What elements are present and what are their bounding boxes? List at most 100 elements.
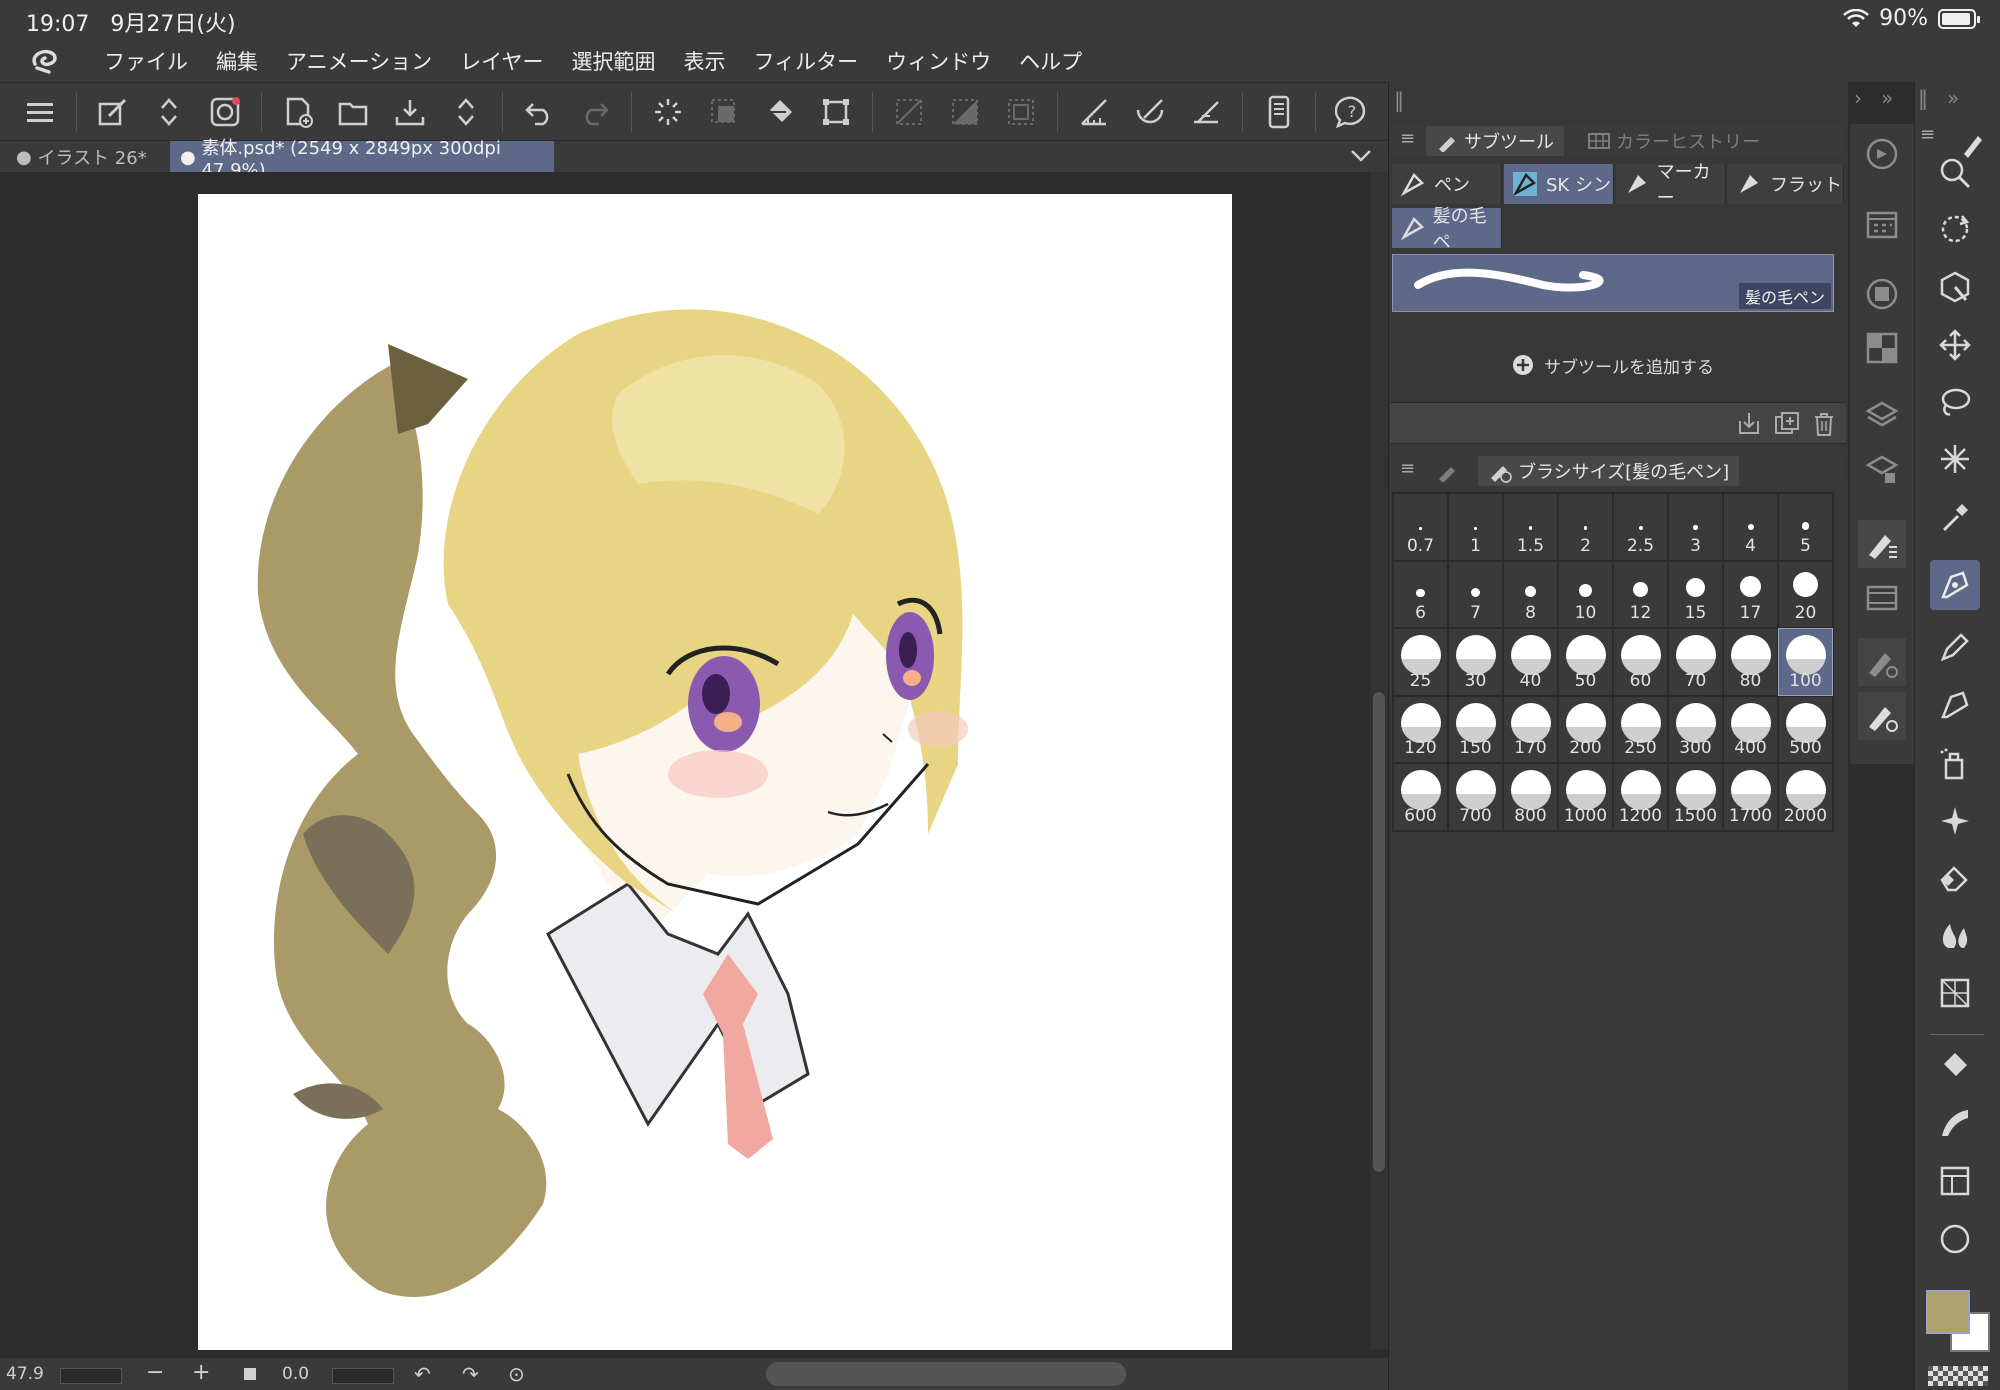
brush-size-option[interactable]: 70: [1669, 629, 1722, 695]
brush-size-option[interactable]: 60: [1614, 629, 1667, 695]
brush-size-option[interactable]: 170: [1504, 696, 1557, 763]
tab-color-history[interactable]: カラーヒストリー: [1578, 126, 1770, 156]
brush-size-option[interactable]: 2: [1559, 494, 1612, 560]
menu-view[interactable]: 表示: [670, 46, 740, 76]
subtool-pen[interactable]: ペン: [1392, 164, 1502, 204]
brush-size-option[interactable]: 150: [1449, 696, 1502, 763]
airbrush-tool-icon[interactable]: [1930, 738, 1980, 788]
up-down-arrows-icon[interactable]: [444, 90, 488, 134]
clear-selection-icon[interactable]: [702, 90, 746, 134]
fit-view-icon[interactable]: [244, 1368, 256, 1380]
brush-size-option[interactable]: 120: [1394, 696, 1447, 763]
transparent-color-swatch[interactable]: [1928, 1366, 1988, 1386]
gradient-tool-icon[interactable]: [1930, 1098, 1980, 1148]
brush-size-option[interactable]: 0.7: [1394, 494, 1447, 560]
tool-property-icon[interactable]: [1858, 520, 1906, 568]
brush-size-option[interactable]: 700: [1449, 764, 1502, 830]
add-subtool-button[interactable]: サブツールを追加する: [1392, 350, 1834, 380]
tab-tool-property[interactable]: [1426, 456, 1468, 486]
brush-size-option[interactable]: 20: [1779, 561, 1832, 628]
brush-size-option[interactable]: 7: [1449, 561, 1502, 628]
vertical-scroll-thumb[interactable]: [1373, 692, 1385, 1172]
brush-size-option[interactable]: 2.5: [1614, 494, 1667, 560]
blend-tool-icon[interactable]: [1930, 910, 1980, 960]
menu-selection[interactable]: 選択範囲: [558, 46, 670, 76]
panel-menu-icon[interactable]: ≡: [1400, 458, 1415, 479]
brush-size-option[interactable]: 500: [1779, 696, 1832, 763]
timeline-icon[interactable]: [1858, 574, 1906, 622]
brush-size-option[interactable]: 80: [1724, 629, 1777, 695]
panel-menu-icon[interactable]: ≡: [1920, 124, 1935, 145]
redo-icon[interactable]: [573, 90, 617, 134]
tab-brush-size[interactable]: ブラシサイズ[髪の毛ペン]: [1478, 456, 1740, 486]
menu-animation[interactable]: アニメーション: [272, 46, 446, 76]
eyedropper-icon[interactable]: [1930, 492, 1980, 542]
zoom-value[interactable]: 47.9: [6, 1364, 44, 1384]
zoom-in-icon[interactable]: +: [192, 1360, 210, 1385]
brush-size-option[interactable]: 25: [1394, 629, 1447, 695]
brush-size-option[interactable]: 1: [1449, 494, 1502, 560]
figure-tool-icon[interactable]: [1930, 968, 1980, 1018]
zoom-tool-icon[interactable]: [1930, 148, 1980, 198]
brush-size-option[interactable]: 8: [1504, 561, 1557, 628]
brush-size-option[interactable]: 40: [1504, 629, 1557, 695]
reorder-arrows-icon[interactable]: [147, 90, 191, 134]
new-canvas-icon[interactable]: [276, 90, 320, 134]
brush-size-option[interactable]: 17: [1724, 561, 1777, 628]
brush-tool-icon[interactable]: [1930, 680, 1980, 730]
frame-tool-icon[interactable]: [1930, 1156, 1980, 1206]
rotate-left-icon[interactable]: ↶: [414, 1362, 431, 1386]
curve-ruler-icon[interactable]: [1128, 90, 1172, 134]
brush-size-option[interactable]: 300: [1669, 696, 1722, 763]
color-set-icon[interactable]: [1858, 324, 1906, 372]
menu-file[interactable]: ファイル: [90, 46, 202, 76]
brush-stroke-preview[interactable]: 髪の毛ペン: [1392, 254, 1834, 312]
panel-grip-icon[interactable]: ‖ »: [1918, 86, 1959, 110]
brush-size-panel-icon[interactable]: [1858, 692, 1906, 740]
layer-property-icon[interactable]: [1858, 446, 1906, 494]
canvas-paper[interactable]: [198, 194, 1232, 1350]
menu-help[interactable]: ヘルプ: [1005, 46, 1096, 76]
brush-size-option[interactable]: 1.5: [1504, 494, 1557, 560]
trash-icon[interactable]: [1812, 411, 1836, 437]
menu-filter[interactable]: フィルター: [740, 46, 873, 76]
brush-size-option[interactable]: 1700: [1724, 764, 1777, 830]
menu-layer[interactable]: レイヤー: [446, 46, 557, 76]
brush-size-option[interactable]: 1200: [1614, 764, 1667, 830]
material-icon[interactable]: [1858, 200, 1906, 248]
perspective-ruler-icon[interactable]: [1184, 90, 1228, 134]
undo-icon[interactable]: [517, 90, 561, 134]
brush-size-option[interactable]: 600: [1394, 764, 1447, 830]
menu-edit[interactable]: 編集: [202, 46, 272, 76]
brush-size-option[interactable]: 10: [1559, 561, 1612, 628]
selection-border-icon[interactable]: [999, 90, 1043, 134]
reset-rotation-icon[interactable]: ⊙: [508, 1362, 525, 1386]
brush-size-option[interactable]: 200: [1559, 696, 1612, 763]
open-folder-icon[interactable]: [332, 90, 376, 134]
eraser-tool-icon[interactable]: [1930, 852, 1980, 902]
vertical-scrollbar[interactable]: [1370, 172, 1388, 1350]
chevron-down-icon[interactable]: [1350, 147, 1372, 165]
brush-size-option[interactable]: 1500: [1669, 764, 1722, 830]
loading-spinner-icon[interactable]: [646, 90, 690, 134]
duplicate-icon[interactable]: [1774, 411, 1800, 437]
pencil-tool-icon[interactable]: [1930, 622, 1980, 672]
brush-size-option[interactable]: 400: [1724, 696, 1777, 763]
brush-size-option[interactable]: 12: [1614, 561, 1667, 628]
deselect-icon[interactable]: [887, 90, 931, 134]
fill-tool-icon[interactable]: [1930, 1040, 1980, 1090]
menu-window[interactable]: ウィンドウ: [872, 46, 1005, 76]
brush-size-option[interactable]: 5: [1779, 494, 1832, 560]
zoom-out-icon[interactable]: −: [146, 1360, 164, 1385]
brush-size-option[interactable]: 30: [1449, 629, 1502, 695]
subtool-marker[interactable]: マーカー: [1616, 162, 1726, 209]
brush-size-option[interactable]: 250: [1614, 696, 1667, 763]
tab-subtool[interactable]: サブツール: [1426, 126, 1564, 156]
hamburger-menu-icon[interactable]: [18, 90, 62, 134]
brush-size-option[interactable]: 15: [1669, 561, 1722, 628]
panel-grip-icon[interactable]: ‖: [1394, 88, 1404, 112]
rotate-tool-icon[interactable]: [1930, 204, 1980, 254]
brush-size-option[interactable]: 3: [1669, 494, 1722, 560]
lasso-tool-icon[interactable]: [1930, 378, 1980, 428]
subtool-hair-pen[interactable]: 髪の毛ペ: [1392, 206, 1502, 253]
